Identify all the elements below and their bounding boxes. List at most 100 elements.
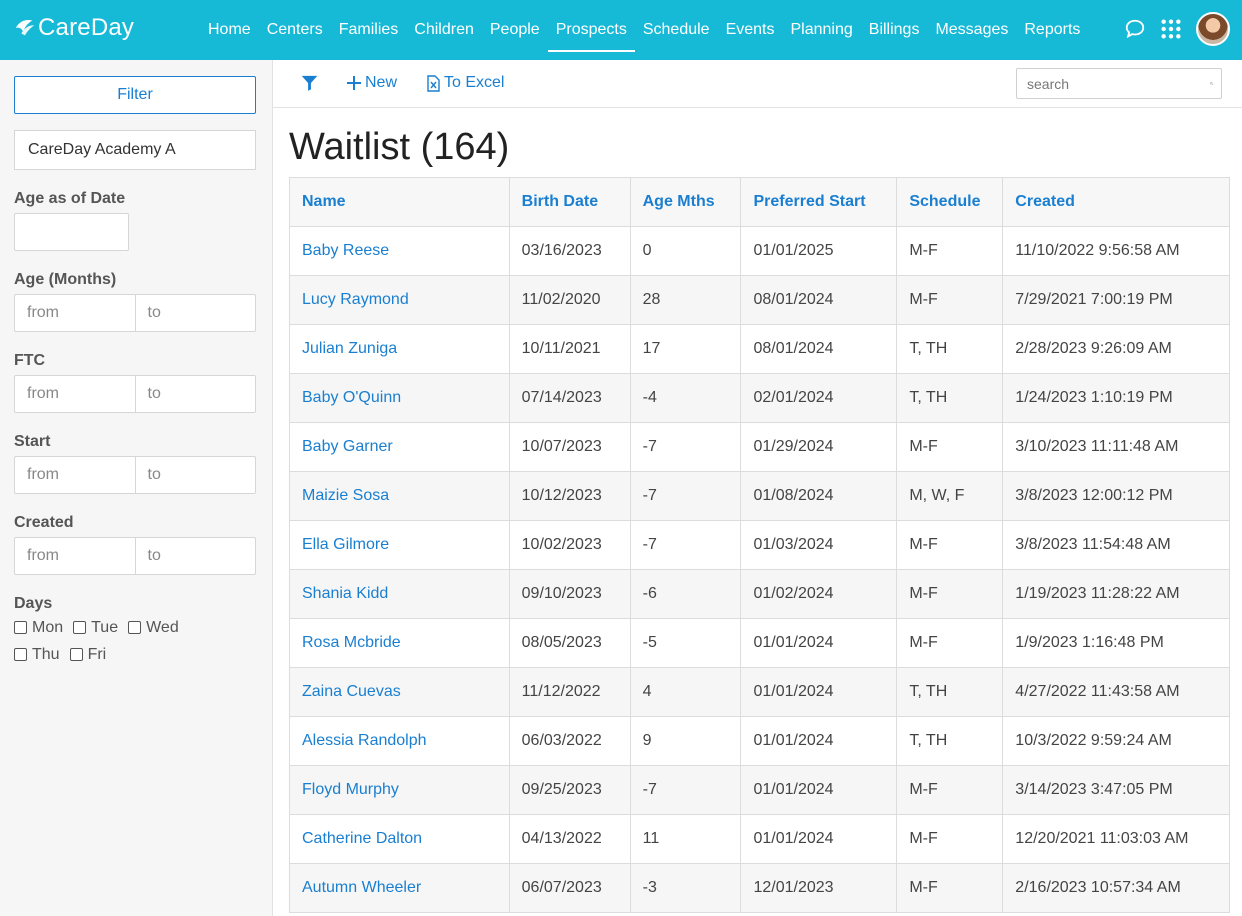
prospect-name-link[interactable]: Zaina Cuevas <box>289 667 510 717</box>
ftc-from-input[interactable]: from <box>15 376 135 412</box>
table-row: Baby Reese 03/16/2023 0 01/01/2025 M-F 11/10/… <box>289 226 1230 276</box>
brand-logo[interactable]: CareDay <box>14 14 134 42</box>
nav-reports[interactable]: Reports <box>1016 0 1088 60</box>
day-wed[interactable]: Wed <box>128 619 179 637</box>
start-from-input[interactable]: from <box>15 457 135 493</box>
nav-centers[interactable]: Centers <box>259 0 331 60</box>
created-from-input[interactable]: from <box>15 538 135 574</box>
table-cell: 08/01/2024 <box>740 275 898 325</box>
day-thu[interactable]: Thu <box>14 646 60 664</box>
prospect-name-link[interactable]: Baby O'Quinn <box>289 373 510 423</box>
nav-prospects[interactable]: Prospects <box>547 0 635 60</box>
table-cell: 12/20/2021 11:03:03 AM <box>1002 814 1230 864</box>
prospect-name-link[interactable]: Shania Kidd <box>289 569 510 619</box>
table-cell: 0 <box>629 226 742 276</box>
table-cell: 04/13/2022 <box>508 814 631 864</box>
column-header-preferred-start[interactable]: Preferred Start <box>740 177 898 227</box>
table-cell: -7 <box>629 520 742 570</box>
table-header-row: Name Birth Date Age Mths Preferred Start Sch… <box>289 177 1230 227</box>
new-button[interactable]: New <box>347 74 397 92</box>
table-cell: M-F <box>896 275 1004 325</box>
nav-people[interactable]: People <box>482 0 548 60</box>
leaf-logo-icon <box>15 20 35 36</box>
prospect-name-link[interactable]: Floyd Murphy <box>289 765 510 815</box>
column-header-name[interactable]: Name <box>289 177 510 227</box>
brand-name: CareDay <box>38 14 135 41</box>
ftc-range: from to <box>14 375 256 413</box>
filter-button[interactable]: Filter <box>14 76 256 114</box>
filter-sidebar: Filter CareDay Academy A Age as of Date … <box>0 60 273 916</box>
column-header-created[interactable]: Created <box>1002 177 1230 227</box>
table-cell: 10/3/2022 9:59:24 AM <box>1002 716 1230 766</box>
table-cell: 11 <box>629 814 742 864</box>
prospect-name-link[interactable]: Maizie Sosa <box>289 471 510 521</box>
table-cell: 01/01/2025 <box>740 226 898 276</box>
checkbox[interactable] <box>128 621 142 634</box>
table-row: Baby Garner 10/07/2023 -7 01/29/2024 M-F 3/10… <box>289 422 1230 472</box>
table-cell: 1/19/2023 11:28:22 AM <box>1002 569 1230 619</box>
table-cell: 01/01/2024 <box>740 765 898 815</box>
prospect-name-link[interactable]: Alessia Randolph <box>289 716 510 766</box>
nav-schedule[interactable]: Schedule <box>635 0 718 60</box>
table-cell: 11/02/2020 <box>508 275 631 325</box>
magnifier-icon[interactable] <box>1210 76 1213 91</box>
table-cell: 10/11/2021 <box>508 324 631 374</box>
avatar[interactable] <box>1196 12 1230 46</box>
column-header-age-mths[interactable]: Age Mths <box>629 177 742 227</box>
prospect-name-link[interactable]: Autumn Wheeler <box>289 863 510 913</box>
grid-apps-icon[interactable] <box>1160 18 1182 40</box>
day-tue[interactable]: Tue <box>73 619 118 637</box>
prospect-name-link[interactable]: Lucy Raymond <box>289 275 510 325</box>
column-header-schedule[interactable]: Schedule <box>896 177 1004 227</box>
ftc-to-input[interactable]: to <box>134 376 256 412</box>
checkbox[interactable] <box>73 621 87 634</box>
created-to-input[interactable]: to <box>134 538 256 574</box>
table-cell: 11/12/2022 <box>508 667 631 717</box>
start-to-input[interactable]: to <box>134 457 256 493</box>
table-cell: 03/16/2023 <box>508 226 631 276</box>
nav-messages[interactable]: Messages <box>927 0 1016 60</box>
age-as-of-date-input[interactable] <box>14 213 129 251</box>
nav-families[interactable]: Families <box>331 0 407 60</box>
prospect-name-link[interactable]: Catherine Dalton <box>289 814 510 864</box>
start-range: from to <box>14 456 256 494</box>
table-cell: 10/02/2023 <box>508 520 631 570</box>
prospect-name-link[interactable]: Ella Gilmore <box>289 520 510 570</box>
day-mon[interactable]: Mon <box>14 619 63 637</box>
table-row: Catherine Dalton 04/13/2022 11 01/01/2024 M-… <box>289 814 1230 864</box>
table-cell: 11/10/2022 9:56:58 AM <box>1002 226 1230 276</box>
prospect-name-link[interactable]: Baby Reese <box>289 226 510 276</box>
nav-planning[interactable]: Planning <box>782 0 860 60</box>
prospect-name-link[interactable]: Rosa Mcbride <box>289 618 510 668</box>
table-cell: 2/28/2023 9:26:09 AM <box>1002 324 1230 374</box>
waitlist-table: Name Birth Date Age Mths Preferred Start Sch… <box>289 177 1230 913</box>
prospect-name-link[interactable]: Baby Garner <box>289 422 510 472</box>
table-cell: M-F <box>896 814 1004 864</box>
center-select[interactable]: CareDay Academy A <box>14 130 256 170</box>
checkbox[interactable] <box>14 648 27 661</box>
nav-billings[interactable]: Billings <box>861 0 928 60</box>
age-months-to-input[interactable]: to <box>134 295 256 331</box>
prospect-name-link[interactable]: Julian Zuniga <box>289 324 510 374</box>
chat-bubble-icon[interactable] <box>1124 18 1146 40</box>
table-row: Shania Kidd 09/10/2023 -6 01/02/2024 M-F 1/19… <box>289 569 1230 619</box>
nav-events[interactable]: Events <box>718 0 783 60</box>
column-header-birth-date[interactable]: Birth Date <box>508 177 631 227</box>
table-cell: 09/25/2023 <box>508 765 631 815</box>
table-cell: 4/27/2022 11:43:58 AM <box>1002 667 1230 717</box>
checkbox[interactable] <box>14 621 27 634</box>
checkbox[interactable] <box>69 648 83 661</box>
nav-home[interactable]: Home <box>200 0 259 60</box>
table-row: Autumn Wheeler 06/07/2023 -3 12/01/2023 M-F 2… <box>289 863 1230 913</box>
age-months-from-input[interactable]: from <box>15 295 135 331</box>
day-fri[interactable]: Fri <box>69 646 106 664</box>
table-cell: 02/01/2024 <box>740 373 898 423</box>
table-cell: 3/8/2023 11:54:48 AM <box>1002 520 1230 570</box>
table-cell: -6 <box>629 569 742 619</box>
to-excel-button[interactable]: To Excel <box>427 74 504 92</box>
table-cell: T, TH <box>896 716 1004 766</box>
search-input[interactable] <box>1025 74 1210 93</box>
filter-toggle-button[interactable] <box>301 75 318 91</box>
table-row: Baby O'Quinn 07/14/2023 -4 02/01/2024 T, TH 1… <box>289 373 1230 423</box>
nav-children[interactable]: Children <box>406 0 482 60</box>
